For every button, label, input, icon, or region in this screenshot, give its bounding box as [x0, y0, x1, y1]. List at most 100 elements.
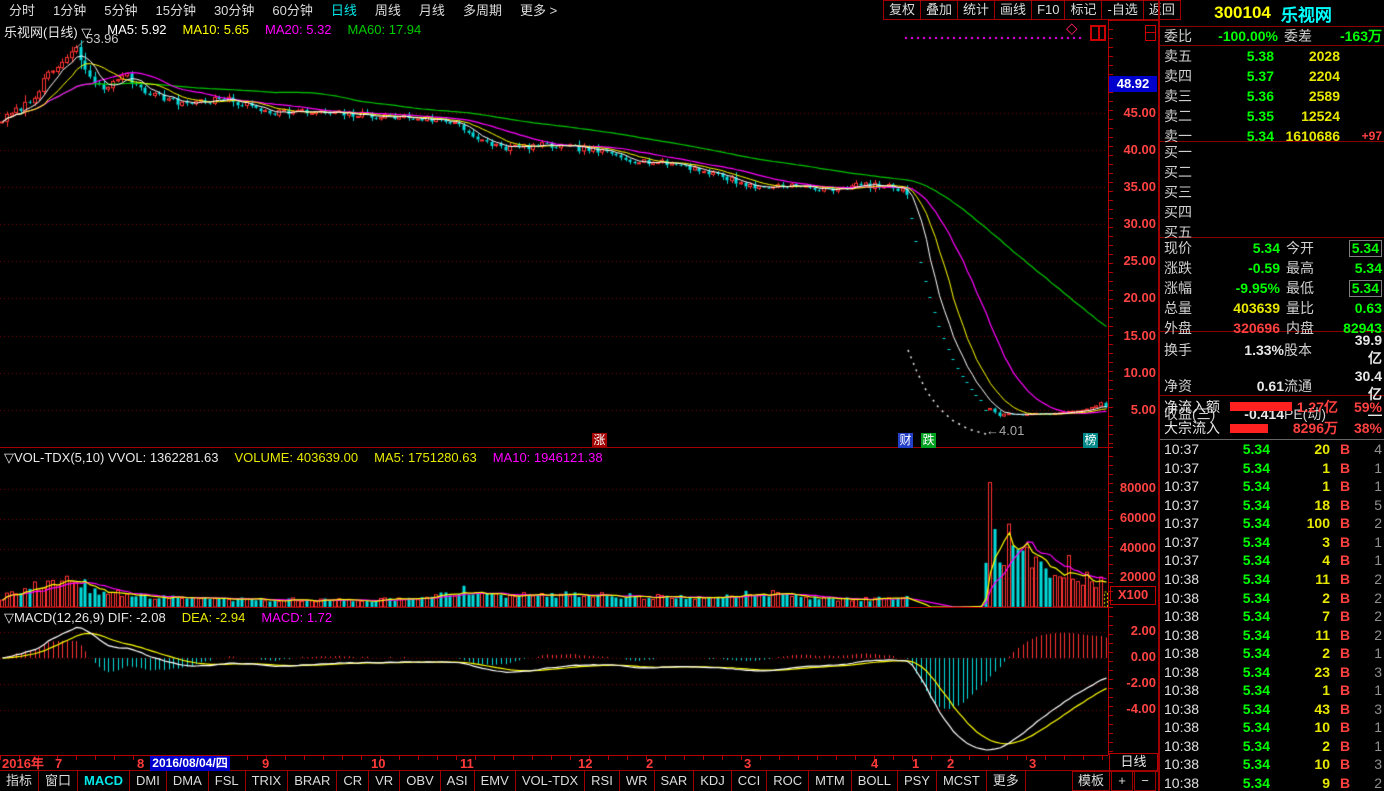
quote-info-row: 总量403639量比0.63 — [1160, 298, 1384, 318]
indicator-button[interactable]: MTM — [808, 771, 852, 791]
trade-tick-row: 10:385.3411B2 — [1160, 625, 1384, 644]
indicator-button[interactable]: VR — [368, 771, 400, 791]
tick-count: 1 — [1360, 478, 1382, 494]
date-axis: 2016/08/04/四 2016年789101112234123 — [0, 755, 1108, 771]
indicator-button[interactable]: 更多 — [986, 771, 1026, 791]
info-value: 5.34 — [1349, 280, 1382, 297]
tick-count: 1 — [1360, 645, 1382, 661]
period-tab-item[interactable]: 1分钟 — [44, 1, 95, 20]
selected-price-label: 48.92 — [1109, 76, 1157, 92]
volume-chart[interactable] — [0, 447, 1108, 608]
tick-buy-flag: B — [1330, 682, 1360, 698]
hot-badge[interactable]: 跌 — [921, 433, 936, 448]
trade-tick-list[interactable]: 10:375.3420B410:375.341B110:375.341B110:… — [1160, 440, 1384, 791]
tick-buy-flag: B — [1330, 590, 1360, 606]
indicator-button[interactable]: WR — [619, 771, 655, 791]
axis-tick-label: 0.00 — [1131, 650, 1156, 664]
tick-time: 10:37 — [1164, 497, 1210, 513]
toolbar-button[interactable]: 复权 — [883, 0, 921, 20]
indicator-button[interactable]: DMA — [166, 771, 209, 791]
info-label: 流通 — [1284, 376, 1348, 396]
trading-terminal-window: 分时1分钟5分钟15分钟30分钟60分钟日线周线月线多周期更多 > 复权叠加统计… — [0, 0, 1384, 791]
split-window-icon[interactable] — [1090, 25, 1106, 41]
indicator-button[interactable]: OBV — [399, 771, 440, 791]
indicator-button[interactable]: KDJ — [693, 771, 732, 791]
template-button[interactable]: 模板 — [1072, 771, 1110, 791]
ask-label: 卖四 — [1164, 66, 1200, 86]
indicator-button[interactable]: DMI — [129, 771, 167, 791]
indicator-button[interactable]: RSI — [584, 771, 620, 791]
macd-chart[interactable] — [0, 607, 1108, 756]
tick-time: 10:37 — [1164, 534, 1210, 550]
period-tab-item[interactable]: 60分钟 — [263, 1, 321, 20]
indicator-button[interactable]: SAR — [654, 771, 695, 791]
trade-tick-row: 10:385.342B1 — [1160, 737, 1384, 756]
tick-count: 2 — [1360, 515, 1382, 531]
hot-badge[interactable]: 涨 — [592, 433, 607, 448]
ask-price: 5.35 — [1200, 108, 1274, 124]
toolbar-button[interactable]: 画线 — [994, 0, 1032, 20]
tick-price: 5.34 — [1210, 552, 1270, 568]
ask-volume: 2204 — [1274, 68, 1340, 84]
toolbar-button[interactable]: 叠加 — [920, 0, 958, 20]
volume-ma10-label: MA10: 1946121.38 — [493, 450, 603, 466]
period-tab-item[interactable]: 多周期 — [454, 1, 511, 20]
tick-count: 2 — [1360, 627, 1382, 643]
indicator-button[interactable]: ASI — [440, 771, 475, 791]
period-tab-group: 分时1分钟5分钟15分钟30分钟60分钟日线周线月线多周期更多 > — [0, 0, 566, 20]
period-tab-item[interactable]: 15分钟 — [146, 1, 204, 20]
main-price-chart[interactable] — [0, 20, 1108, 447]
indicator-button[interactable]: EMV — [474, 771, 516, 791]
selected-date-label: 2016/08/04/四 — [150, 756, 230, 771]
indicator-button[interactable]: TRIX — [245, 771, 289, 791]
info-value: 5.34 — [1349, 240, 1382, 257]
tick-count: 3 — [1360, 701, 1382, 717]
bid-level-row: 买一 — [1160, 142, 1384, 162]
indicator-button[interactable]: CR — [336, 771, 369, 791]
page-icon[interactable] — [1145, 25, 1156, 41]
period-tab-item[interactable]: 5分钟 — [95, 1, 146, 20]
period-tab-item[interactable]: 月线 — [410, 1, 454, 20]
tick-price: 5.34 — [1210, 515, 1270, 531]
hot-badge[interactable]: 财 — [898, 433, 913, 448]
tick-volume: 10 — [1270, 756, 1330, 772]
indicator-button[interactable]: FSL — [208, 771, 246, 791]
toolbar-button[interactable]: F10 — [1031, 0, 1065, 20]
info-label: 现价 — [1164, 238, 1220, 258]
ask-volume: 2028 — [1274, 48, 1340, 64]
indicator-button[interactable]: ROC — [766, 771, 809, 791]
tick-time: 10:38 — [1164, 608, 1210, 624]
indicator-button[interactable]: BRAR — [287, 771, 337, 791]
quote-panel: 委比 -100.00% 委差 -163万 卖五5.382028卖四5.37220… — [1158, 26, 1384, 791]
quote-info-row: 换手1.33%股本39.9亿 — [1160, 332, 1384, 368]
indicator-button[interactable]: BOLL — [851, 771, 898, 791]
indicator-button[interactable]: MCST — [936, 771, 987, 791]
tick-volume: 100 — [1270, 515, 1330, 531]
indicator-button[interactable]: PSY — [897, 771, 937, 791]
hot-badge[interactable]: 榜 — [1083, 433, 1098, 448]
toolbar-button[interactable]: -自选 — [1101, 0, 1143, 20]
zoom-in-button[interactable]: + — [1111, 771, 1133, 791]
toolbar-button[interactable]: 标记 — [1064, 0, 1102, 20]
indicator-button[interactable]: VOL-TDX — [515, 771, 585, 791]
ask-level-row: 卖四5.372204 — [1160, 66, 1384, 86]
tick-time: 10:38 — [1164, 682, 1210, 698]
period-tab-item[interactable]: 分时 — [0, 1, 44, 20]
panel-button[interactable]: 指标 — [0, 771, 39, 791]
period-tab-item[interactable]: 30分钟 — [205, 1, 263, 20]
tick-volume: 1 — [1270, 682, 1330, 698]
info-value: -9.95% — [1220, 280, 1280, 296]
tick-buy-flag: B — [1330, 738, 1360, 754]
indicator-button[interactable]: MACD — [77, 771, 130, 791]
x-axis-label: 10 — [371, 757, 385, 770]
panel-button[interactable]: 窗口 — [38, 771, 78, 791]
diamond-draw-icon[interactable]: ◇ — [1066, 21, 1078, 37]
period-tab-item[interactable]: 周线 — [366, 1, 410, 20]
tick-time: 10:38 — [1164, 756, 1210, 772]
indicator-button[interactable]: CCI — [731, 771, 767, 791]
period-tab-item[interactable]: 更多 > — [511, 1, 566, 20]
zoom-out-button[interactable]: − — [1134, 771, 1156, 791]
tick-price: 5.34 — [1210, 664, 1270, 680]
toolbar-button[interactable]: 统计 — [957, 0, 995, 20]
period-tab-active[interactable]: 日线 — [322, 1, 366, 20]
